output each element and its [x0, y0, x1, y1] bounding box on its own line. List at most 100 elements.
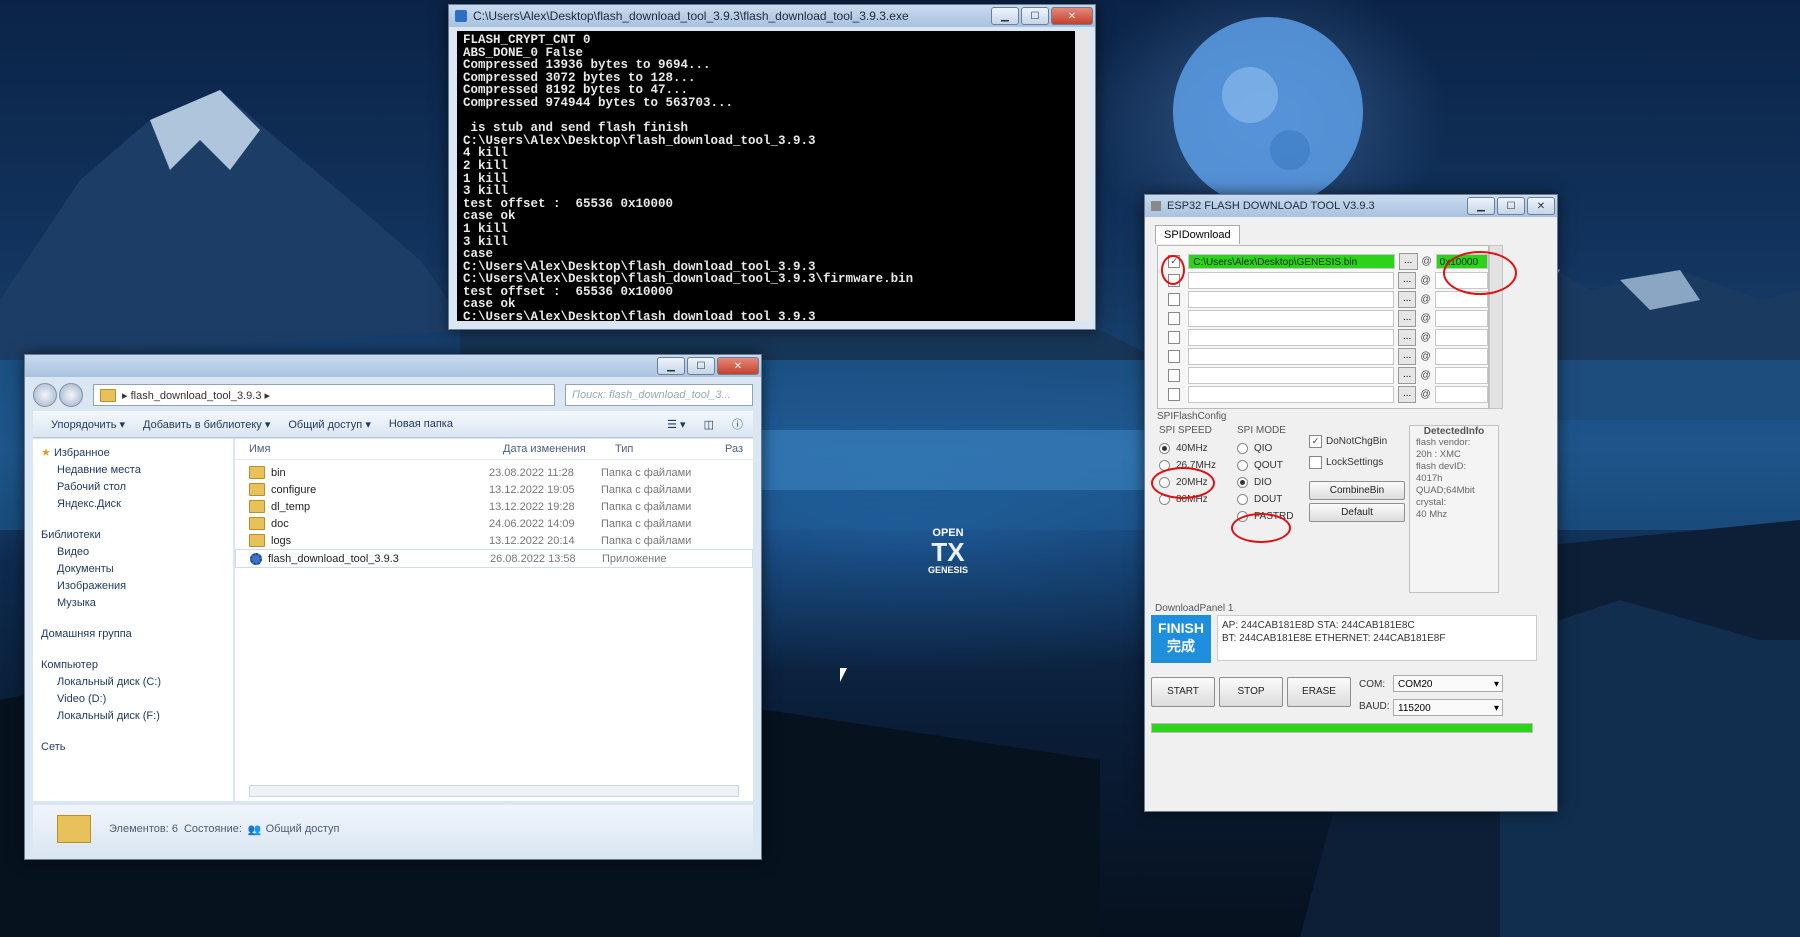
start-button[interactable]: START — [1151, 677, 1215, 707]
console-scrollbar[interactable] — [1077, 31, 1089, 321]
file-row-selected[interactable]: flash_download_tool_3.9.3 26.08.2022 13:5… — [235, 549, 753, 568]
browse-button[interactable]: ... — [1397, 329, 1417, 346]
file-row[interactable]: dl_temp 13.12.2022 19:28 Папка с файлами — [235, 498, 753, 515]
nav-disk-d[interactable]: Video (D:) — [33, 691, 233, 708]
maximize-button[interactable]: ☐ — [1021, 7, 1049, 25]
browse-button[interactable]: ... — [1397, 386, 1417, 403]
horizontal-scrollbar[interactable] — [249, 785, 739, 797]
browse-button[interactable]: ... — [1398, 253, 1418, 270]
nav-libraries[interactable]: Библиотеки — [33, 527, 233, 544]
minimize-button[interactable]: ▁ — [991, 7, 1019, 25]
column-type[interactable]: Тип — [615, 443, 725, 455]
default-button[interactable]: Default — [1309, 503, 1405, 522]
nav-disk-f[interactable]: Локальный диск (F:) — [33, 708, 233, 725]
address-input[interactable] — [1434, 329, 1488, 346]
organize-button[interactable]: Упорядочить ▾ — [51, 418, 125, 431]
file-row[interactable]: doc 24.06.2022 14:09 Папка с файлами — [235, 515, 753, 532]
nav-disk-c[interactable]: Локальный диск (C:) — [33, 674, 233, 691]
close-button[interactable]: ✕ — [1527, 197, 1555, 215]
file-path-input[interactable] — [1188, 367, 1394, 384]
file-row[interactable]: bin 23.08.2022 11:28 Папка с файлами — [235, 464, 753, 481]
address-input[interactable] — [1434, 367, 1488, 384]
file-path-input[interactable] — [1188, 386, 1394, 403]
file-row[interactable]: logs 13.12.2022 20:14 Папка с файлами — [235, 532, 753, 549]
file-path-input[interactable] — [1188, 329, 1394, 346]
nav-desktop[interactable]: Рабочий стол — [33, 479, 233, 496]
nav-homegroup[interactable]: Домашняя группа — [33, 626, 233, 643]
lock-settings-checkbox[interactable]: LockSettings — [1309, 454, 1387, 471]
close-button[interactable]: ✕ — [717, 357, 759, 375]
file-checkbox[interactable] — [1168, 369, 1181, 382]
stop-button[interactable]: STOP — [1219, 677, 1283, 707]
file-path-input[interactable] — [1188, 272, 1394, 289]
search-input[interactable]: Поиск: flash_download_tool_3... — [565, 384, 753, 406]
add-to-library-button[interactable]: Добавить в библиотеку ▾ — [143, 418, 270, 431]
detected-info-text: flash vendor: 20h : XMC flash devID: 401… — [1416, 437, 1475, 520]
browse-button[interactable]: ... — [1397, 272, 1417, 289]
file-checkbox[interactable] — [1168, 293, 1181, 306]
esp-flash-tool-window[interactable]: ESP32 FLASH DOWNLOAD TOOL V3.9.3 ▁ ☐ ✕ S… — [1144, 194, 1558, 812]
browse-button[interactable]: ... — [1397, 310, 1417, 327]
mode-option[interactable]: DOUT — [1237, 491, 1307, 508]
address-bar[interactable]: ▸ flash_download_tool_3.9.3 ▸ — [93, 384, 555, 406]
close-button[interactable]: ✕ — [1051, 7, 1093, 25]
file-path-input[interactable] — [1188, 310, 1394, 327]
browse-button[interactable]: ... — [1397, 367, 1417, 384]
forward-button[interactable] — [59, 383, 83, 407]
console-titlebar[interactable]: C:\Users\Alex\Desktop\flash_download_too… — [449, 5, 1095, 27]
column-date[interactable]: Дата изменения — [503, 443, 615, 455]
file-checkbox[interactable] — [1168, 350, 1181, 363]
maximize-button[interactable]: ☐ — [687, 357, 715, 375]
view-options-icon[interactable]: ☰ ▾ — [667, 418, 685, 431]
combine-bin-button[interactable]: CombineBin — [1309, 481, 1405, 500]
maximize-button[interactable]: ☐ — [1497, 197, 1525, 215]
console-window[interactable]: C:\Users\Alex\Desktop\flash_download_too… — [448, 4, 1096, 330]
new-folder-button[interactable]: Новая папка — [389, 418, 453, 430]
column-name[interactable]: Имя — [235, 443, 503, 455]
baud-select[interactable]: 115200 ▾ — [1393, 699, 1503, 716]
column-size[interactable]: Раз — [725, 443, 743, 455]
nav-favorites[interactable]: ★ Избранное — [33, 445, 233, 462]
file-path-input[interactable]: C:\Users\Alex\Desktop\GENESIS.bin — [1188, 254, 1395, 269]
browse-button[interactable]: ... — [1397, 348, 1417, 365]
do-not-chg-bin-checkbox[interactable]: ✓ DoNotChgBin — [1309, 433, 1387, 450]
minimize-button[interactable]: ▁ — [657, 357, 685, 375]
help-icon[interactable]: ⓘ — [732, 416, 743, 432]
file-path-input[interactable] — [1188, 348, 1394, 365]
file-date: 23.08.2022 11:28 — [489, 466, 574, 479]
nav-network[interactable]: Сеть — [33, 739, 233, 756]
tab-spidownload[interactable]: SPIDownload — [1155, 225, 1240, 244]
mode-option[interactable]: QOUT — [1237, 457, 1307, 474]
nav-yadisk[interactable]: Яндекс.Диск — [33, 496, 233, 513]
minimize-button[interactable]: ▁ — [1467, 197, 1495, 215]
share-button[interactable]: Общий доступ ▾ — [288, 418, 370, 431]
address-input[interactable] — [1434, 348, 1488, 365]
explorer-titlebar[interactable]: ▁ ☐ ✕ — [25, 355, 761, 377]
file-checkbox[interactable] — [1168, 388, 1181, 401]
speed-option[interactable]: 40MHz — [1159, 440, 1233, 457]
mode-option[interactable]: DIO — [1237, 474, 1307, 491]
file-checkbox[interactable] — [1168, 312, 1181, 325]
nav-recent[interactable]: Недавние места — [33, 462, 233, 479]
nav-video[interactable]: Видео — [33, 544, 233, 561]
file-path-input[interactable] — [1188, 291, 1394, 308]
erase-button[interactable]: ERASE — [1287, 677, 1351, 707]
file-row[interactable]: configure 13.12.2022 19:05 Папка с файлами — [235, 481, 753, 498]
back-button[interactable] — [33, 383, 57, 407]
esp-titlebar[interactable]: ESP32 FLASH DOWNLOAD TOOL V3.9.3 ▁ ☐ ✕ — [1145, 195, 1557, 217]
mode-option[interactable]: QIO — [1237, 440, 1307, 457]
file-checkbox[interactable] — [1168, 331, 1181, 344]
nav-computer[interactable]: Компьютер — [33, 657, 233, 674]
explorer-window[interactable]: ▁ ☐ ✕ ▸ flash_download_tool_3.9.3 ▸ Поис… — [24, 354, 762, 860]
nav-music[interactable]: Музыка — [33, 595, 233, 612]
preview-pane-icon[interactable]: ◫ — [704, 418, 714, 431]
browse-button[interactable]: ... — [1397, 291, 1417, 308]
file-row: ... @ — [1158, 290, 1488, 309]
address-input[interactable] — [1434, 386, 1488, 403]
desktop-icon-opentx[interactable]: OPEN TX GENESIS — [928, 527, 968, 575]
address-input[interactable] — [1434, 310, 1488, 327]
file-name: configure — [271, 483, 317, 496]
com-select[interactable]: COM20 ▾ — [1393, 675, 1503, 692]
nav-images[interactable]: Изображения — [33, 578, 233, 595]
nav-documents[interactable]: Документы — [33, 561, 233, 578]
